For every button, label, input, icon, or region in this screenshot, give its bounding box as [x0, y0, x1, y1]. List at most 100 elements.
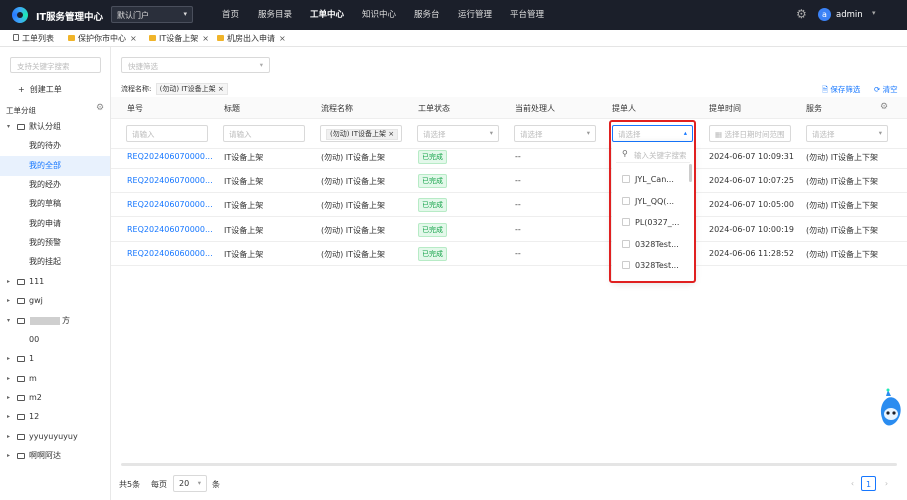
title-cell: IT设备上架 [224, 177, 264, 187]
ticket-number-link[interactable]: REQ202406070000... [127, 152, 213, 161]
gear-icon[interactable]: ⚙ [96, 103, 104, 113]
nav-operations[interactable]: 运行管理 [458, 0, 492, 30]
status-badge: 已完成 [418, 150, 447, 164]
tree-item[interactable]: ▸ m [0, 369, 110, 389]
tree-item[interactable]: ▸ 12 [0, 407, 110, 427]
user-name[interactable]: admin [836, 10, 863, 20]
save-filter-button[interactable]: 🗎 保存筛选 [822, 84, 860, 97]
page-size-select[interactable]: 20 ▾ [173, 475, 207, 492]
nav-platform[interactable]: 平台管理 [510, 0, 544, 30]
caret-right-icon[interactable]: ▸ [7, 349, 10, 369]
caret-right-icon[interactable]: ▸ [7, 407, 10, 427]
dropdown-search-input[interactable]: ⚲ 输入关键字搜索 [616, 147, 690, 163]
dropdown-option[interactable]: JYL_QQ(... [622, 196, 674, 206]
nav-service-desk[interactable]: 服务台 [414, 0, 440, 30]
tab-ticket-list[interactable]: 工单列表 [13, 33, 54, 46]
checkbox[interactable] [622, 261, 630, 269]
flow-filter-select[interactable]: (勿动) IT设备上架 × [320, 125, 402, 142]
tree-item[interactable]: ▸ m2 [0, 388, 110, 408]
quick-filter-select[interactable]: 快捷筛选 ▾ [121, 57, 270, 73]
tree-item[interactable]: 我的申请 [0, 214, 110, 234]
tree-item[interactable]: 我的预警 [0, 233, 110, 253]
checkbox[interactable] [622, 239, 630, 248]
caret-right-icon[interactable]: ▸ [7, 369, 10, 389]
service-filter-select[interactable]: 请选择 ▾ [806, 125, 888, 142]
caret-right-icon[interactable]: ▸ [7, 388, 10, 408]
service-cell: (勿动) IT设备上下架 [806, 225, 879, 235]
settings-gear-icon[interactable]: ⚙ [796, 8, 809, 21]
dropdown-option[interactable]: PL(0327_... [622, 218, 679, 227]
caret-right-icon[interactable]: ▸ [7, 291, 10, 311]
clear-button[interactable]: ⟳ 清空 [874, 84, 898, 95]
tree-item[interactable]: ▸ yyuyuyuyuy [0, 427, 110, 447]
close-icon[interactable]: × [202, 34, 209, 43]
column-settings-icon[interactable]: ⚙ [880, 102, 888, 112]
tree-item[interactable]: 我的待办 [0, 136, 110, 156]
nav-home[interactable]: 首页 [222, 0, 239, 30]
table-row[interactable]: REQ202406070000... IT设备上架 (勿动) IT设备上架 已完成 --… [111, 218, 907, 242]
ticket-number-link[interactable]: REQ202406070000... [127, 200, 213, 209]
caret-right-icon[interactable]: ▸ [7, 446, 10, 466]
table-row[interactable]: REQ202406070000... IT设备上架 (勿动) IT设备上架 已完成 --… [111, 145, 907, 169]
table-row[interactable]: REQ202406060000... IT设备上架 (勿动) IT设备上架 已完成 --… [111, 242, 907, 266]
handler-filter-select[interactable]: 请选择 ▾ [514, 125, 596, 142]
tree-item[interactable]: ▸ 111 [0, 272, 110, 292]
checkbox[interactable] [622, 196, 630, 205]
close-icon[interactable]: × [130, 34, 137, 43]
submit-time-cell: 2024-06-06 11:28:52 [709, 248, 794, 258]
checkbox[interactable] [622, 175, 630, 183]
dropdown-option[interactable]: 0328Test... [622, 261, 679, 270]
tree-item[interactable]: 我的全部 [0, 155, 110, 176]
nav-knowledge-center[interactable]: 知识中心 [362, 0, 396, 30]
tree-item[interactable]: 我的经办 [0, 175, 110, 195]
submitter-filter-select[interactable]: 请选择 ▴ [612, 125, 693, 142]
next-page-button[interactable]: › [879, 476, 894, 491]
number-filter-input[interactable]: 请输入 [126, 125, 208, 142]
time-range-input[interactable]: ▦ 选择日期时间范围 [709, 125, 791, 142]
ticket-number-link[interactable]: REQ202406070000... [127, 225, 213, 234]
tab-protect-center[interactable]: 保护你市中心 × [68, 33, 137, 46]
sidebar-search-input[interactable]: 支持关键字搜索 [10, 57, 101, 73]
caret-right-icon[interactable]: ▸ [7, 272, 10, 292]
status-filter-select[interactable]: 请选择 ▾ [417, 125, 499, 142]
caret-down-icon[interactable]: ▾ [7, 311, 10, 331]
status-badge: 已完成 [418, 198, 447, 213]
caret-right-icon[interactable]: ▸ [7, 427, 10, 447]
dropdown-option-label: 0328Test... [635, 261, 679, 270]
col-service: 服务 [806, 104, 822, 113]
dropdown-option[interactable]: 0328Test... [622, 239, 679, 249]
prev-page-button[interactable]: ‹ [845, 476, 860, 491]
create-ticket-button[interactable]: + 创建工单 [18, 84, 62, 95]
tree-item[interactable]: ▾ 方 [0, 311, 110, 331]
portal-select[interactable]: 默认门户 ▾ [111, 6, 193, 23]
tree-item[interactable]: ▾ 默认分组 [0, 117, 110, 137]
tree-item[interactable]: 我的挂起 [0, 252, 110, 272]
tree-item[interactable]: ▸ 1 [0, 349, 110, 369]
tree-item[interactable]: 我的草稿 [0, 194, 110, 214]
ticket-number-link[interactable]: REQ202406060000... [127, 249, 213, 258]
tree-item[interactable]: 00 [0, 330, 110, 350]
dropdown-option[interactable]: JYL_Can... [622, 175, 674, 184]
chevron-down-icon[interactable]: ▾ [872, 9, 876, 17]
tree-item[interactable]: ▸ 啊啊阿达 [0, 446, 110, 466]
horizontal-scrollbar[interactable] [121, 463, 897, 466]
dropdown-scrollbar[interactable] [689, 164, 692, 182]
nav-service-catalog[interactable]: 服务目录 [258, 0, 292, 30]
assistant-bot-icon[interactable] [876, 388, 904, 432]
tab-it-device[interactable]: IT设备上架 × [149, 33, 209, 46]
ticket-number-link[interactable]: REQ202406070000... [127, 176, 213, 185]
tree-item-label: m2 [29, 392, 42, 402]
title-filter-input[interactable]: 请输入 [223, 125, 305, 142]
table-row[interactable]: REQ202406070000... IT设备上架 (勿动) IT设备上架 已完成 --… [111, 193, 907, 218]
service-cell: (勿动) IT设备上下架 [806, 249, 879, 259]
avatar[interactable]: a [818, 8, 831, 21]
tab-room-access[interactable]: 机房出入申请 × [217, 33, 286, 46]
close-icon[interactable]: × [279, 34, 286, 43]
caret-down-icon[interactable]: ▾ [7, 117, 10, 137]
nav-ticket-center[interactable]: 工单中心 [303, 0, 351, 30]
tree-item[interactable]: ▸ gwj [0, 291, 110, 311]
checkbox[interactable] [622, 218, 630, 226]
page-button-current[interactable]: 1 [861, 476, 876, 491]
table-row[interactable]: REQ202406070000... IT设备上架 (勿动) IT设备上架 已完成 --… [111, 169, 907, 194]
tree-item-label: 我的经办 [29, 180, 61, 190]
